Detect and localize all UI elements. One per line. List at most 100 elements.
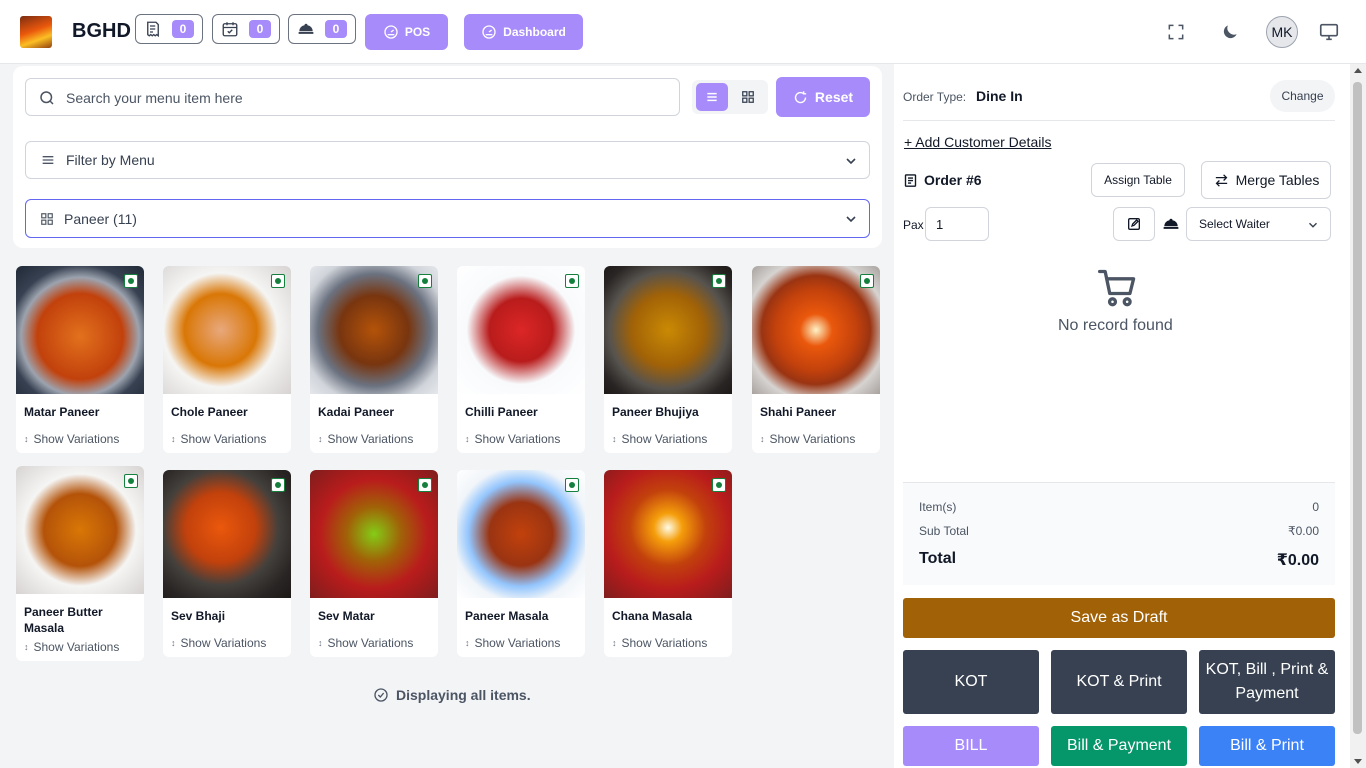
receipt-icon	[147, 21, 159, 38]
show-variations-toggle[interactable]: ↕ Show Variations	[465, 636, 560, 650]
edit-icon	[1128, 218, 1140, 230]
show-variations-label: Show Variations	[474, 636, 561, 650]
kot-print-button[interactable]: KOT & Print	[1051, 650, 1187, 714]
reservations-count: 0	[249, 20, 271, 38]
search-box[interactable]	[25, 78, 680, 116]
bill-payment-button[interactable]: Bill & Payment	[1051, 726, 1187, 766]
show-variations-toggle[interactable]: ↕ Show Variations	[171, 432, 266, 446]
reset-button[interactable]: Reset	[776, 77, 870, 117]
show-variations-toggle[interactable]: ↕ Show Variations	[760, 432, 855, 446]
veg-indicator-icon	[565, 274, 579, 288]
show-variations-toggle[interactable]: ↕ Show Variations	[171, 636, 266, 650]
show-variations-toggle[interactable]: ↕ Show Variations	[612, 636, 707, 650]
show-variations-label: Show Variations	[621, 636, 708, 650]
item-name: Paneer Masala	[465, 609, 549, 623]
menu-item-card[interactable]: Paneer Butter Masala ↕ Show Variations	[16, 466, 144, 661]
total-label: Total	[919, 550, 957, 567]
kot-bill-print-payment-button[interactable]: KOT, Bill , Print & Payment	[1199, 650, 1335, 714]
receipt-icon	[904, 173, 917, 187]
gauge-icon	[482, 25, 496, 39]
item-name: Sev Bhaji	[171, 609, 226, 623]
search-input[interactable]	[66, 87, 666, 109]
user-avatar[interactable]: MK	[1266, 16, 1298, 48]
change-order-type-button[interactable]: Change	[1270, 80, 1335, 112]
scroll-up-icon[interactable]	[1354, 68, 1362, 73]
order-type-label: Order Type:	[903, 90, 967, 104]
menu-item-card[interactable]: Matar Paneer ↕ Show Variations	[16, 266, 144, 453]
view-toggle	[692, 80, 768, 114]
waiter-select-label: Select Waiter	[1199, 217, 1270, 231]
scroll-down-icon[interactable]	[1354, 759, 1362, 764]
items-status-text: Displaying all items.	[396, 687, 531, 703]
show-variations-toggle[interactable]: ↕ Show Variations	[612, 432, 707, 446]
show-variations-label: Show Variations	[769, 432, 856, 446]
item-name: Chana Masala	[612, 609, 693, 623]
dashboard-button[interactable]: Dashboard	[464, 14, 583, 50]
show-variations-label: Show Variations	[621, 432, 708, 446]
brand-logo	[20, 16, 52, 48]
save-draft-button[interactable]: Save as Draft	[903, 598, 1335, 638]
fullscreen-icon[interactable]	[1162, 18, 1190, 46]
monitor-icon[interactable]	[1315, 18, 1343, 46]
veg-indicator-icon	[418, 274, 432, 288]
items-value: 0	[1312, 500, 1319, 514]
menu-item-card[interactable]: Sev Matar ↕ Show Variations	[310, 470, 438, 657]
bill-button[interactable]: BILL	[903, 726, 1039, 766]
show-variations-label: Show Variations	[33, 432, 120, 446]
edit-note-button[interactable]	[1113, 207, 1155, 241]
show-variations-toggle[interactable]: ↕ Show Variations	[318, 432, 413, 446]
brand-name: BGHD	[72, 20, 131, 42]
dark-mode-icon[interactable]	[1216, 18, 1244, 46]
order-number: Order #6	[903, 172, 982, 188]
veg-indicator-icon	[271, 478, 285, 492]
menu-item-card[interactable]: Paneer Bhujiya ↕ Show Variations	[604, 266, 732, 453]
chevron-down-icon	[846, 216, 856, 223]
check-circle-icon	[374, 688, 388, 702]
chevron-down-icon	[846, 158, 856, 165]
reservations-counter[interactable]: 0	[212, 14, 280, 44]
kot-button[interactable]: KOT	[903, 650, 1039, 714]
subtotal-value: ₹0.00	[1288, 524, 1319, 538]
category-select[interactable]: Paneer (11)	[25, 199, 870, 238]
dashboard-label: Dashboard	[503, 25, 566, 39]
show-variations-label: Show Variations	[180, 432, 267, 446]
list-view-button[interactable]	[696, 83, 728, 111]
veg-indicator-icon	[124, 474, 138, 488]
show-variations-toggle[interactable]: ↕ Show Variations	[24, 432, 119, 446]
menu-filter-label: Filter by Menu	[66, 152, 155, 168]
swap-arrows-icon	[1215, 173, 1227, 187]
order-panel-scrollbar[interactable]	[1350, 64, 1366, 768]
merge-tables-label: Merge Tables	[1235, 172, 1320, 188]
pos-button[interactable]: POS	[365, 14, 448, 50]
scrollbar-thumb[interactable]	[1353, 82, 1362, 734]
menu-filter-select[interactable]: Filter by Menu	[25, 141, 870, 179]
summary-items-row: Item(s) 0	[919, 500, 1319, 514]
merge-tables-button[interactable]: Merge Tables	[1201, 161, 1331, 199]
gauge-icon	[384, 25, 398, 39]
menu-item-card[interactable]: Chilli Paneer ↕ Show Variations	[457, 266, 585, 453]
waiter-requests-counter[interactable]: 0	[288, 14, 356, 44]
divider	[903, 120, 1335, 121]
pax-input[interactable]: 1	[925, 207, 989, 241]
bill-print-button[interactable]: Bill & Print	[1199, 726, 1335, 766]
show-variations-toggle[interactable]: ↕ Show Variations	[318, 636, 413, 650]
order-number-text: Order #6	[924, 172, 982, 188]
calendar-check-icon	[222, 22, 238, 37]
assign-table-button[interactable]: Assign Table	[1091, 163, 1185, 197]
menu-item-card[interactable]: Paneer Masala ↕ Show Variations	[457, 470, 585, 657]
waiter-select[interactable]: Select Waiter	[1186, 207, 1331, 241]
menu-item-card[interactable]: Kadai Paneer ↕ Show Variations	[310, 266, 438, 453]
pending-orders-counter[interactable]: 0	[135, 14, 203, 44]
show-variations-toggle[interactable]: ↕ Show Variations	[465, 432, 560, 446]
menu-item-card[interactable]: Chole Paneer ↕ Show Variations	[163, 266, 291, 453]
menu-item-card[interactable]: Shahi Paneer ↕ Show Variations	[752, 266, 880, 453]
show-variations-toggle[interactable]: ↕ Show Variations	[24, 640, 119, 654]
menu-item-card[interactable]: Sev Bhaji ↕ Show Variations	[163, 470, 291, 657]
show-variations-label: Show Variations	[327, 636, 414, 650]
grid-view-button[interactable]	[732, 83, 764, 111]
menu-item-card[interactable]: Chana Masala ↕ Show Variations	[604, 470, 732, 657]
add-customer-link[interactable]: + Add Customer Details	[904, 134, 1051, 150]
pending-orders-count: 0	[172, 20, 194, 38]
item-name: Kadai Paneer	[318, 405, 395, 419]
reset-label: Reset	[814, 89, 854, 105]
